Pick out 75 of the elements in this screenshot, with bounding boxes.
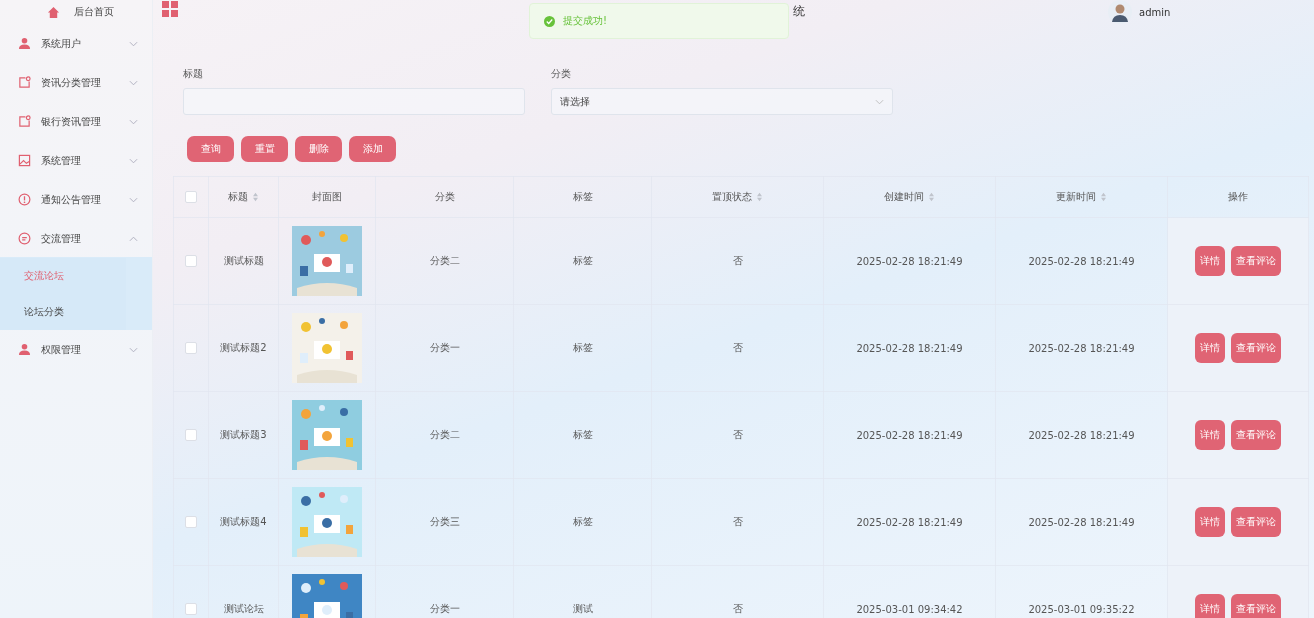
chevron-down-icon: [129, 157, 138, 164]
table-cell: 标签: [513, 217, 652, 305]
home-icon: [47, 5, 60, 19]
table-cell: 2025-02-28 18:21:49: [823, 391, 996, 479]
user-icon: [18, 343, 31, 356]
user-name[interactable]: admin: [1139, 6, 1171, 18]
column-header[interactable]: 置顶状态: [651, 176, 824, 218]
app-title: 统: [793, 3, 805, 20]
table-cell: 否: [651, 478, 824, 566]
chevron-up-icon: [129, 235, 138, 242]
menu-item[interactable]: 系统用户: [0, 24, 152, 63]
table-cell: 分类一: [375, 304, 514, 392]
avatar-icon[interactable]: [1108, 0, 1132, 24]
table-cell: 2025-02-28 18:21:49: [995, 217, 1168, 305]
user-icon: [18, 37, 31, 50]
chevron-down-icon: [129, 79, 138, 86]
sort-icon[interactable]: [928, 192, 935, 202]
chevron-down-icon: [129, 40, 138, 47]
table-cell: 否: [651, 391, 824, 479]
table-cell: 分类二: [375, 391, 514, 479]
column-header[interactable]: 标题: [208, 176, 279, 218]
category-select[interactable]: 请选择: [551, 88, 893, 115]
column-header[interactable]: 更新时间: [995, 176, 1168, 218]
sort-icon[interactable]: [252, 192, 259, 202]
table-cell: 分类二: [375, 217, 514, 305]
grid-menu-icon[interactable]: [162, 1, 178, 17]
chat-icon: [18, 232, 31, 245]
column-header: 分类: [375, 176, 514, 218]
table-cell: 测试标题2: [208, 304, 279, 392]
table-cell: 否: [651, 304, 824, 392]
menu-item[interactable]: 通知公告管理: [0, 180, 152, 219]
menu-item[interactable]: 交流管理: [0, 219, 152, 258]
table-cell: 测试标题: [208, 217, 279, 305]
table-cell: 2025-02-28 18:21:49: [995, 478, 1168, 566]
row-checkbox[interactable]: [185, 516, 197, 528]
alert-icon: [18, 193, 31, 206]
row-checkbox[interactable]: [185, 255, 197, 267]
note-icon: [18, 76, 31, 89]
sort-icon[interactable]: [756, 192, 763, 202]
row-checkbox[interactable]: [185, 429, 197, 441]
table-cell: 分类三: [375, 478, 514, 566]
menu-item[interactable]: 资讯分类管理: [0, 63, 152, 102]
menu-item[interactable]: 系统管理: [0, 141, 152, 180]
sort-icon[interactable]: [1100, 192, 1107, 202]
select-all-checkbox[interactable]: [185, 191, 197, 203]
table-cell: 标签: [513, 478, 652, 566]
menu-item[interactable]: 权限管理: [0, 330, 152, 369]
image-icon: [18, 154, 31, 167]
table-cell: 标签: [513, 304, 652, 392]
column-header: 封面图: [278, 176, 376, 218]
column-header: 操作: [1167, 176, 1309, 218]
home-menu-item[interactable]: 后台首页: [0, 0, 152, 24]
table-cell: 测试标题3: [208, 391, 279, 479]
row-checkbox[interactable]: [185, 603, 197, 615]
field-label: 标题: [183, 67, 204, 81]
table-cell: 2025-02-28 18:21:49: [995, 304, 1168, 392]
success-icon: [544, 15, 555, 27]
chevron-down-icon: [875, 98, 884, 105]
menu-item[interactable]: 银行资讯管理: [0, 102, 152, 141]
column-header[interactable]: 创建时间: [823, 176, 996, 218]
table-cell: 2025-02-28 18:21:49: [995, 391, 1168, 479]
table-cell: 2025-02-28 18:21:49: [823, 304, 996, 392]
chevron-down-icon: [129, 196, 138, 203]
chevron-down-icon: [129, 118, 138, 125]
table-cell: 2025-02-28 18:21:49: [823, 478, 996, 566]
note-icon: [18, 115, 31, 128]
table-cell: 否: [651, 217, 824, 305]
field-label: 分类: [551, 67, 572, 81]
chevron-down-icon: [129, 346, 138, 353]
table-cell: 标签: [513, 391, 652, 479]
column-header: 标签: [513, 176, 652, 218]
toast-message: 提交成功!: [563, 14, 607, 28]
row-checkbox[interactable]: [185, 342, 197, 354]
table-cell: 2025-02-28 18:21:49: [823, 217, 996, 305]
table-cell: 测试标题4: [208, 478, 279, 566]
